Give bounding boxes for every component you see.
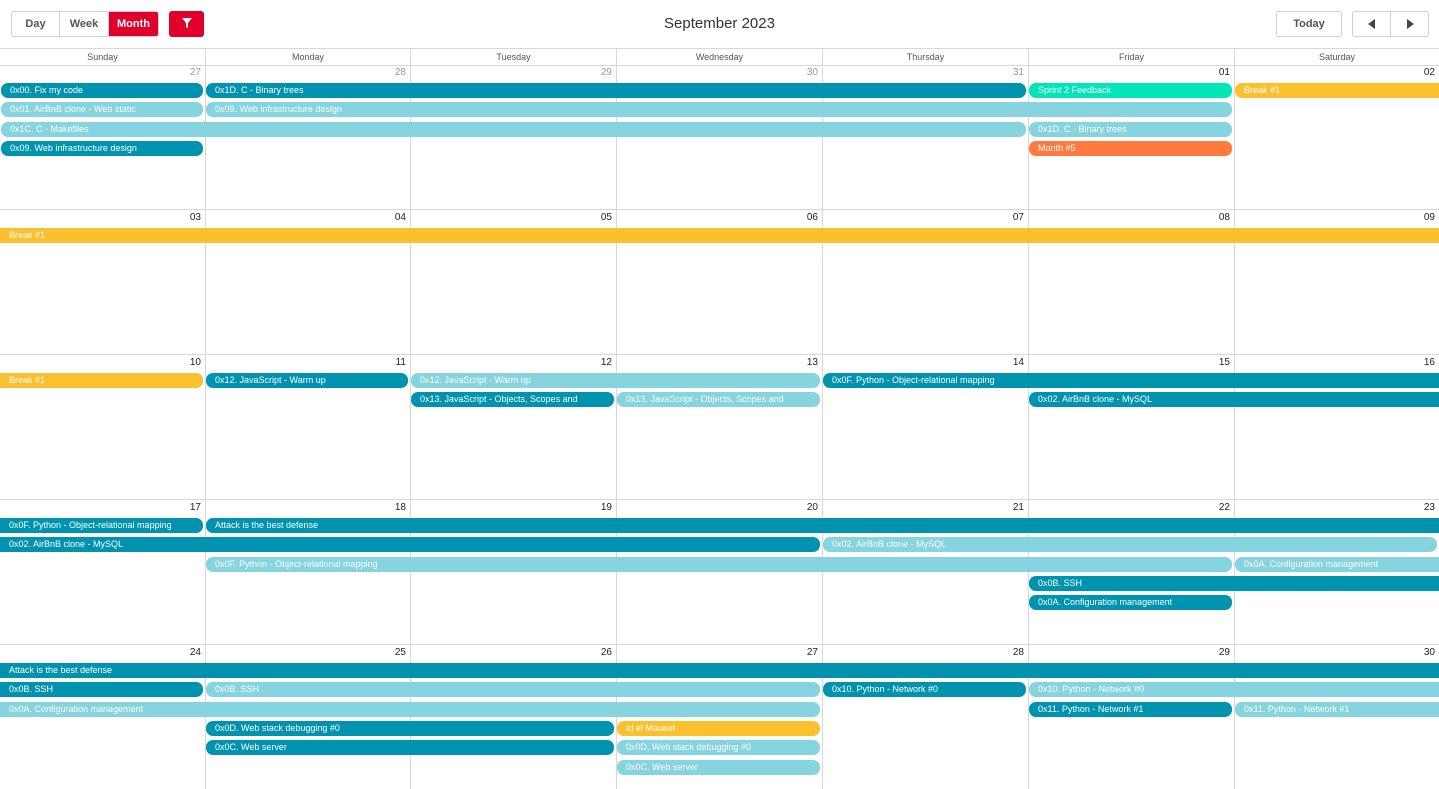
calendar-event[interactable]: 0x0D. Web stack debugging #0 [206,720,614,736]
day-number[interactable]: 10 [190,357,201,368]
day-number[interactable]: 07 [1013,212,1024,223]
weekday-tuesday: Tuesday [410,49,616,66]
calendar-event[interactable]: 0x12. JavaScript - Warm up [411,373,820,388]
calendar-event[interactable]: 0x00. Fix my code [1,83,203,98]
calendar-event[interactable]: 0x09. Web infrastructure design [206,102,1232,118]
day-number[interactable]: 26 [601,647,612,658]
day-number[interactable]: 21 [1013,502,1024,513]
day-number[interactable]: 28 [1013,647,1024,658]
chevron-left-icon [1367,17,1377,32]
calendar-event[interactable]: 0x02. AirBnB clone - MySQL [1029,392,1439,408]
week-row: 03 04 05 06 07 08 09 Break #1 [0,210,1439,355]
calendar-event[interactable]: 0x0F. Python - Object-relational mapping [0,518,203,533]
day-number[interactable]: 19 [601,502,612,513]
day-number[interactable]: 06 [807,212,818,223]
calendar-event[interactable]: Break #1 [0,228,1439,243]
weekday-monday: Monday [205,49,410,66]
previous-month-button[interactable] [1353,12,1391,36]
today-button[interactable]: Today [1276,11,1342,37]
day-number[interactable]: 27 [807,647,818,658]
day-number[interactable]: 22 [1219,502,1230,513]
day-number[interactable]: 11 [396,357,406,368]
day-number[interactable]: 15 [1219,357,1230,368]
calendar-title: September 2023 [664,15,775,32]
chevron-right-icon [1405,17,1415,32]
calendar-event[interactable]: 0x1D. C - Binary trees [206,83,1026,98]
weekday-wednesday: Wednesday [616,49,822,66]
calendar-event[interactable]: 0x0C. Web server [617,759,820,775]
calendar-event[interactable]: 0x0B. SSH [206,682,820,698]
calendar-event[interactable]: 0x12. JavaScript - Warm up [206,373,408,388]
calendar-event[interactable]: 0x11. Python - Network #1 [1235,701,1439,717]
day-number[interactable]: 17 [190,502,201,513]
day-number[interactable]: 09 [1424,212,1435,223]
calendar-event[interactable]: 0x1C. C - Makefiles [1,121,1026,137]
calendar-toolbar: Day Week Month September 2023 Today [0,0,1439,48]
day-number[interactable]: 08 [1219,212,1230,223]
day-number[interactable]: 20 [807,502,818,513]
calendar-event[interactable]: Sprint 2 Feedback [1029,83,1232,98]
weekday-sunday: Sunday [87,52,118,62]
week-row: 17 18 19 20 21 22 23 0x0F. Python - Object-rela… [0,500,1439,645]
calendar-event[interactable]: Break #1 [1235,83,1439,98]
calendar-event[interactable]: 0x01. AirBnB clone - Web static [1,102,203,118]
day-number[interactable]: 25 [395,647,406,658]
day-number[interactable]: 30 [1424,647,1435,658]
day-number[interactable]: 28 [395,67,406,78]
day-number[interactable]: 18 [395,502,406,513]
day-number[interactable]: 12 [601,357,612,368]
month-navigation [1352,11,1429,37]
day-number[interactable]: 30 [807,67,818,78]
weekday-saturday: Saturday [1234,49,1439,66]
day-number[interactable]: 03 [190,212,201,223]
day-number[interactable]: 02 [1424,67,1435,78]
calendar-event[interactable]: 0x11. Python - Network #1 [1029,701,1232,717]
weekday-thursday: Thursday [822,49,1028,66]
day-number[interactable]: 16 [1424,357,1435,368]
calendar-event[interactable]: 0x09. Web infrastructure design [1,140,203,156]
calendar-event[interactable]: 0x13. JavaScript - Objects, Scopes and [411,392,614,408]
next-month-button[interactable] [1391,12,1428,36]
day-number[interactable]: 27 [190,67,201,78]
day-number[interactable]: 29 [601,67,612,78]
calendar-event[interactable]: Attack is the best defense [206,518,1439,533]
weekday-header: Sunday Monday Tuesday Wednesday Thursday Frid… [0,48,1439,66]
calendar-event[interactable]: Id el Maulud [617,720,820,736]
calendar-event[interactable]: 0x02. AirBnB clone - MySQL [0,537,820,553]
day-number[interactable]: 04 [395,212,406,223]
calendar-event[interactable]: 0x0A. Configuration management [0,701,820,717]
calendar-event[interactable]: Break #1 [0,373,203,388]
calendar-event[interactable]: 0x0F. Python - Object-relational mapping [206,556,1232,572]
calendar-event[interactable]: Attack is the best defense [0,663,1439,678]
calendar-event[interactable]: Month #5 [1029,140,1232,156]
week-row: 27 28 29 30 31 01 02 0x00. Fix my code 0x1D. C -… [0,65,1439,210]
calendar-event[interactable]: 0x0C. Web server [206,740,614,756]
calendar-event[interactable]: 0x0B. SSH [1029,575,1439,591]
calendar-event[interactable]: 0x10. Python - Network #0 [823,682,1026,698]
day-number[interactable]: 05 [601,212,612,223]
weekday-friday: Friday [1028,49,1234,66]
day-number[interactable]: 13 [807,357,818,368]
calendar-event[interactable]: 0x0D. Web stack debugging #0 [617,740,820,756]
day-number[interactable]: 14 [1013,357,1024,368]
day-number[interactable]: 29 [1219,647,1230,658]
day-number[interactable]: 01 [1219,67,1230,78]
day-number[interactable]: 24 [190,647,201,658]
day-number[interactable]: 23 [1424,502,1435,513]
week-row: 24 25 26 27 28 29 30 Attack is the best defense… [0,645,1439,789]
calendar-event[interactable]: 0x1D. C - Binary trees [1029,121,1232,137]
calendar-event[interactable]: 0x02. AirBnB clone - MySQL [823,537,1437,553]
calendar-event[interactable]: 0x0A. Configuration management [1029,595,1232,611]
calendar-event[interactable]: 0x0B. SSH [0,682,203,698]
day-number[interactable]: 31 [1013,67,1024,78]
calendar-event[interactable]: 0x0F. Python - Object-relational mapping [823,373,1439,388]
calendar-event[interactable]: 0x0A. Configuration management [1235,556,1439,572]
week-row: 10 11 12 13 14 15 16 Break #1 0x12. JavaScript -… [0,355,1439,500]
calendar-event[interactable]: 0x13. JavaScript - Objects, Scopes and [617,392,820,408]
calendar-event[interactable]: 0x10. Python - Network #0 [1029,682,1439,698]
